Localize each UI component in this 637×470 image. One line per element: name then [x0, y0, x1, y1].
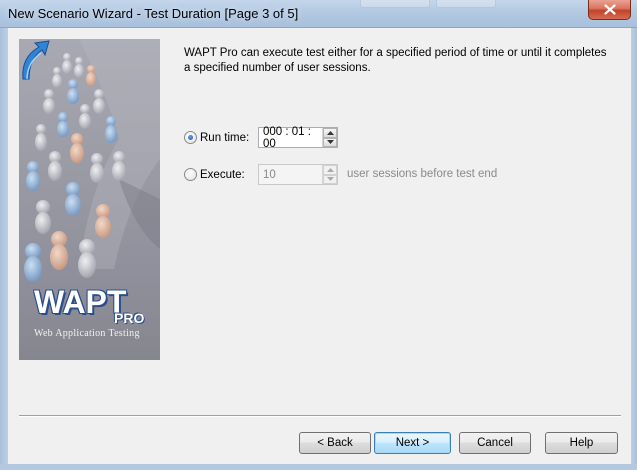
window-frame-bottom — [0, 464, 637, 470]
help-button[interactable]: Help — [545, 432, 618, 454]
wapt-swirl-icon — [22, 40, 50, 80]
execute-sessions-spinner[interactable]: 10 — [258, 164, 338, 185]
window-frame-right — [631, 28, 637, 470]
arrow-up-icon — [326, 167, 334, 172]
back-button[interactable]: < Back — [299, 432, 371, 454]
wapt-subtitle: Web Application Testing — [34, 328, 140, 339]
execute-spin-buttons[interactable] — [322, 165, 337, 184]
window-title: New Scenario Wizard - Test Duration [Pag… — [8, 6, 299, 21]
wizard-banner: WAPT PRO Web Application Testing — [19, 39, 160, 360]
spin-up-button[interactable] — [323, 128, 337, 138]
close-icon — [603, 4, 616, 15]
run-time-radio[interactable] — [184, 131, 197, 144]
arrow-down-icon — [326, 140, 334, 145]
execute-sessions-value[interactable]: 10 — [259, 169, 322, 181]
spin-down-button[interactable] — [323, 174, 337, 184]
run-time-spin-buttons[interactable] — [322, 128, 337, 147]
wapt-pro-text: PRO — [114, 310, 145, 326]
cancel-button[interactable]: Cancel — [459, 432, 531, 454]
execute-option[interactable]: Execute: — [184, 168, 245, 181]
arrow-up-icon — [326, 130, 334, 135]
spin-up-button[interactable] — [323, 165, 337, 175]
button-separator — [19, 415, 621, 417]
run-time-label[interactable]: Run time: — [200, 132, 249, 144]
execute-label[interactable]: Execute: — [200, 169, 245, 181]
execute-suffix-text: user sessions before test end — [347, 168, 498, 180]
arrow-down-icon — [326, 177, 334, 182]
window-frame-left — [0, 28, 8, 470]
background-window-edge — [360, 0, 430, 8]
run-time-value[interactable]: 000 : 01 : 00 — [259, 126, 322, 150]
title-bar[interactable]: New Scenario Wizard - Test Duration [Pag… — [0, 0, 637, 28]
run-time-spinner[interactable]: 000 : 01 : 00 — [258, 126, 338, 150]
next-button[interactable]: Next > — [374, 432, 451, 454]
wapt-logo-text: WAPT — [34, 284, 127, 320]
intro-text: WAPT Pro can execute test either for a s… — [184, 47, 607, 74]
close-button[interactable] — [588, 0, 631, 20]
background-window-edge — [436, 0, 496, 8]
execute-radio[interactable] — [184, 168, 197, 181]
spin-down-button[interactable] — [323, 137, 337, 147]
run-time-option[interactable]: Run time: — [184, 131, 249, 144]
